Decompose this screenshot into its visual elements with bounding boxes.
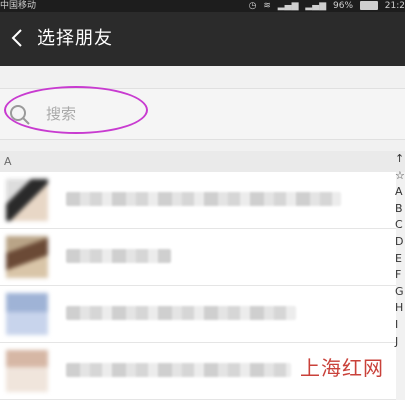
battery-percent: 96%: [333, 1, 354, 11]
index-letter[interactable]: A: [395, 184, 405, 201]
index-letter[interactable]: B: [395, 201, 405, 218]
watermark: 上海红网: [300, 356, 384, 380]
alphabet-index-bar[interactable]: ↑ ☆ A B C D E F G H I J: [395, 151, 405, 386]
battery-icon: [359, 1, 378, 10]
page-title: 选择朋友: [37, 28, 113, 49]
annotation-highlight-oval: [4, 86, 148, 134]
contact-row[interactable]: [0, 229, 396, 286]
contact-name-redacted: [66, 363, 291, 377]
contact-name-redacted: [66, 249, 171, 263]
index-letter[interactable]: H: [395, 300, 405, 317]
contact-row[interactable]: [0, 286, 396, 343]
section-letter: A: [4, 155, 12, 168]
index-letter[interactable]: F: [395, 267, 405, 284]
back-arrow-icon[interactable]: [6, 26, 30, 50]
wifi-icon: ≋: [263, 1, 271, 11]
status-bar: 中国移动 ◷ ≋ ▂▄▆ ▂▄▆ 96% 21:2: [0, 0, 405, 12]
signal-icon: ▂▄▆: [277, 1, 299, 11]
index-letter[interactable]: ↑: [395, 151, 405, 168]
index-letter[interactable]: J: [395, 334, 405, 351]
avatar: [6, 179, 48, 221]
top-navigation-bar: 选择朋友: [0, 12, 405, 66]
carrier-label: 中国移动: [0, 1, 37, 11]
alarm-icon: ◷: [248, 1, 257, 11]
avatar: [6, 236, 48, 278]
clock: 21:2: [384, 1, 405, 11]
index-letter[interactable]: ☆: [395, 168, 405, 185]
contact-name-redacted: [66, 306, 296, 320]
index-letter[interactable]: E: [395, 251, 405, 268]
index-letter[interactable]: C: [395, 217, 405, 234]
signal-icon-2: ▂▄▆: [305, 1, 327, 11]
contact-row[interactable]: [0, 172, 396, 229]
index-letter[interactable]: I: [395, 317, 405, 334]
contact-name-redacted: [66, 192, 341, 206]
index-letter[interactable]: D: [395, 234, 405, 251]
index-letter[interactable]: G: [395, 284, 405, 301]
system-indicators: ◷ ≋ ▂▄▆ ▂▄▆ 96% 21:2: [245, 0, 405, 12]
avatar: [6, 293, 48, 335]
section-header: A: [0, 151, 405, 172]
